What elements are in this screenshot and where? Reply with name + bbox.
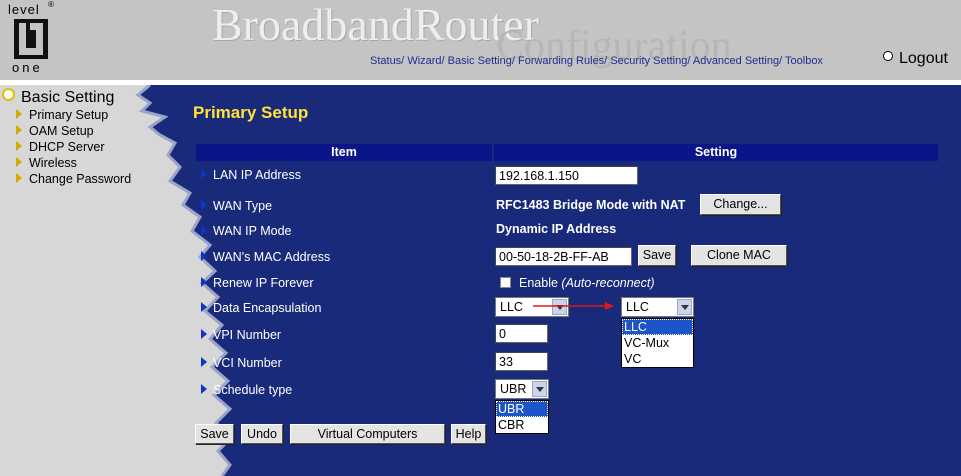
help-button[interactable]: Help <box>451 424 486 444</box>
triangle-bullet-icon <box>16 173 22 183</box>
vci-input[interactable]: 33 <box>495 352 548 371</box>
schedule-type-select[interactable]: UBR <box>495 379 549 399</box>
sidebar-item-change-password[interactable]: Change Password <box>2 171 131 187</box>
levelone-logo: level ® one <box>8 0 54 75</box>
encapsulation-select-open[interactable]: LLC <box>621 297 694 317</box>
wan-type-value: RFC1483 Bridge Mode with NAT <box>496 198 686 212</box>
label-wan-mac: WAN's MAC Address <box>201 250 330 264</box>
label-wan-ip-mode: WAN IP Mode <box>201 224 292 238</box>
save-button[interactable]: Save <box>195 424 234 444</box>
dropdown-option-ubr[interactable]: UBR <box>496 401 548 417</box>
label-data-encapsulation: Data Encapsulation <box>201 301 321 315</box>
arrow-bullet-icon <box>201 251 207 261</box>
sidebar-title: Basic Setting <box>21 89 115 106</box>
renew-ip-text: Enable (Auto-reconnect) <box>519 276 655 290</box>
logo-text-one: one <box>12 60 43 75</box>
arrow-bullet-icon <box>201 329 207 339</box>
triangle-bullet-icon <box>16 157 22 167</box>
logo-text-level: level <box>8 2 40 17</box>
sidebar-menu: Basic Setting Primary Setup OAM Setup DH… <box>2 88 131 187</box>
red-arrow-annotation <box>533 302 614 310</box>
schedule-type-dropdown-list: UBR CBR <box>495 400 549 434</box>
dropdown-option-cbr[interactable]: CBR <box>496 417 548 433</box>
header-bar: level ® one BroadbandRouter Configuratio… <box>0 0 961 80</box>
nav-security-setting[interactable]: Security Setting/ <box>610 55 690 67</box>
change-wan-type-button[interactable]: Change... <box>700 194 781 215</box>
chevron-down-icon <box>532 381 547 397</box>
circle-bullet-icon <box>883 51 893 61</box>
label-vpi: VPI Number <box>201 328 281 342</box>
arrow-bullet-icon <box>201 225 207 235</box>
label-renew-ip: Renew IP Forever <box>201 276 314 290</box>
sidebar-item-dhcp-server[interactable]: DHCP Server <box>2 139 131 155</box>
column-header-item: Item <box>196 144 492 161</box>
arrow-bullet-icon <box>201 384 207 394</box>
column-header-setting: Setting <box>494 144 938 161</box>
arrow-bullet-icon <box>201 277 207 287</box>
save-mac-button[interactable]: Save <box>638 245 676 266</box>
nav-wizard[interactable]: Wizard/ <box>407 55 444 67</box>
app-title: BroadbandRouter <box>212 0 540 50</box>
triangle-bullet-icon <box>16 141 22 151</box>
nav-toolbox[interactable]: Toolbox <box>785 55 823 67</box>
table-header: Item Setting <box>196 144 938 161</box>
label-vci: VCI Number <box>201 356 282 370</box>
sidebar-item-wireless[interactable]: Wireless <box>2 155 131 171</box>
encapsulation-dropdown-list: LLC VC-Mux VC <box>621 318 694 368</box>
arrow-bullet-icon <box>201 169 207 179</box>
wan-ip-mode-value: Dynamic IP Address <box>496 222 617 236</box>
renew-ip-checkbox[interactable] <box>500 277 511 288</box>
lan-ip-input[interactable]: 192.168.1.150 <box>495 166 638 185</box>
logout-label: Logout <box>899 50 948 67</box>
chevron-down-icon <box>677 299 692 315</box>
sidebar-heading[interactable]: Basic Setting <box>2 88 131 107</box>
dropdown-option-llc[interactable]: LLC <box>622 319 693 335</box>
sidebar-item-primary-setup[interactable]: Primary Setup <box>2 107 131 123</box>
clone-mac-button[interactable]: Clone MAC <box>691 245 787 266</box>
dropdown-option-vc-mux[interactable]: VC-Mux <box>622 335 693 351</box>
sidebar-item-oam-setup[interactable]: OAM Setup <box>2 123 131 139</box>
label-wan-type: WAN Type <box>201 199 272 213</box>
dropdown-option-vc[interactable]: VC <box>622 351 693 367</box>
arrow-bullet-icon <box>201 357 207 367</box>
label-schedule-type: Schedule type <box>201 383 292 397</box>
page-title: Primary Setup <box>193 103 309 122</box>
triangle-bullet-icon <box>16 109 22 119</box>
triangle-bullet-icon <box>16 125 22 135</box>
arrow-bullet-icon <box>201 302 207 312</box>
arrow-bullet-icon <box>201 200 207 210</box>
label-lan-ip: LAN IP Address <box>201 168 301 182</box>
nav-advanced-setting[interactable]: Advanced Setting/ <box>693 55 782 67</box>
vpi-input[interactable]: 0 <box>495 324 548 343</box>
nav-status[interactable]: Status/ <box>370 55 404 67</box>
nav-basic-setting[interactable]: Basic Setting/ <box>448 55 515 67</box>
nav-forwarding-rules[interactable]: Forwarding Rules/ <box>518 55 607 67</box>
circle-bullet-icon <box>2 88 15 101</box>
logout-link[interactable]: Logout <box>883 50 948 68</box>
undo-button[interactable]: Undo <box>241 424 283 444</box>
wan-mac-input[interactable]: 00-50-18-2B-FF-AB <box>495 247 632 266</box>
virtual-computers-button[interactable]: Virtual Computers <box>290 424 445 444</box>
top-navigation: Status/ Wizard/ Basic Setting/ Forwardin… <box>370 55 823 67</box>
